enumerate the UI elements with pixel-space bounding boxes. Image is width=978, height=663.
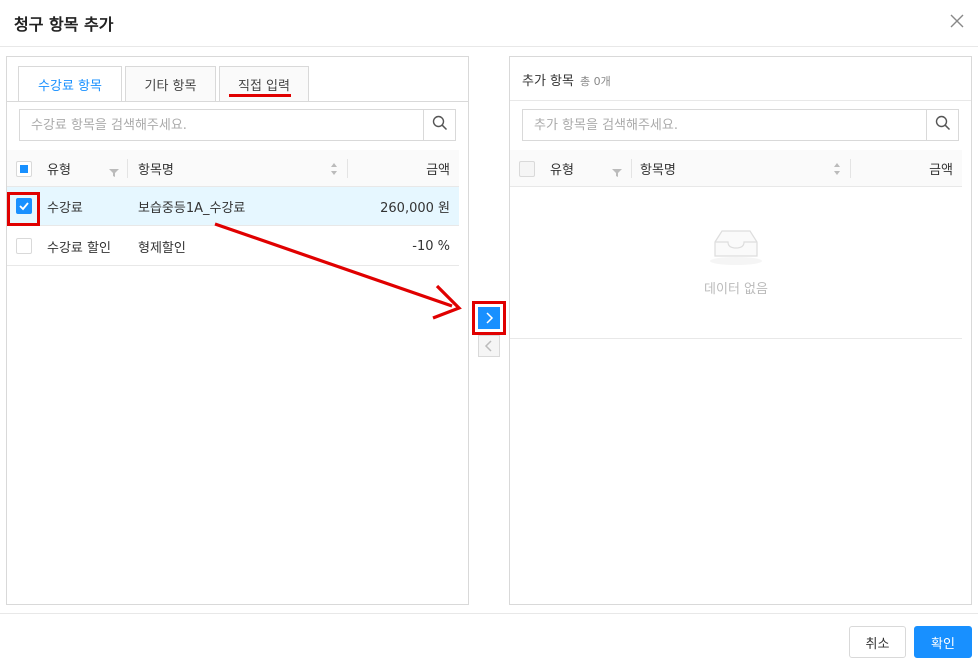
search-icon <box>935 115 951 135</box>
empty-text: 데이터 없음 <box>704 282 768 297</box>
empty-divider <box>510 338 962 339</box>
empty-inbox-icon <box>707 226 765 270</box>
chevron-right-icon <box>484 309 494 328</box>
sort-icon[interactable] <box>833 161 841 180</box>
panel-header-divider <box>510 100 971 101</box>
filter-icon[interactable] <box>612 163 622 182</box>
target-panel-header: 추가 항목 총 0개 <box>522 70 611 89</box>
target-panel: 추가 항목 총 0개 유형 항목명 <box>509 56 972 605</box>
move-left-button[interactable] <box>478 335 500 357</box>
modal-footer: 취소 확인 <box>0 613 978 663</box>
table-header: 유형 항목명 금액 <box>510 150 962 187</box>
chevron-left-icon <box>484 337 494 356</box>
column-amount: 금액 <box>929 163 953 178</box>
column-name: 항목명 <box>640 163 676 178</box>
move-right-button[interactable] <box>478 307 500 329</box>
column-type: 유형 <box>550 163 574 178</box>
target-panel-title: 추가 항목 <box>522 74 574 89</box>
added-search-input[interactable] <box>523 110 926 140</box>
column-separator <box>631 159 632 178</box>
item-count: 총 0개 <box>579 75 611 88</box>
add-billing-item-modal: 청구 항목 추가 수강료 항목 기타 항목 직접 입력 수강료 항목을 검색해주… <box>0 0 978 663</box>
column-separator <box>850 159 851 178</box>
confirm-button[interactable]: 확인 <box>914 626 972 658</box>
empty-state <box>510 188 962 278</box>
search-button[interactable] <box>926 110 958 140</box>
added-search <box>522 109 959 141</box>
select-all-checkbox[interactable] <box>519 161 535 177</box>
cancel-button[interactable]: 취소 <box>849 626 906 658</box>
